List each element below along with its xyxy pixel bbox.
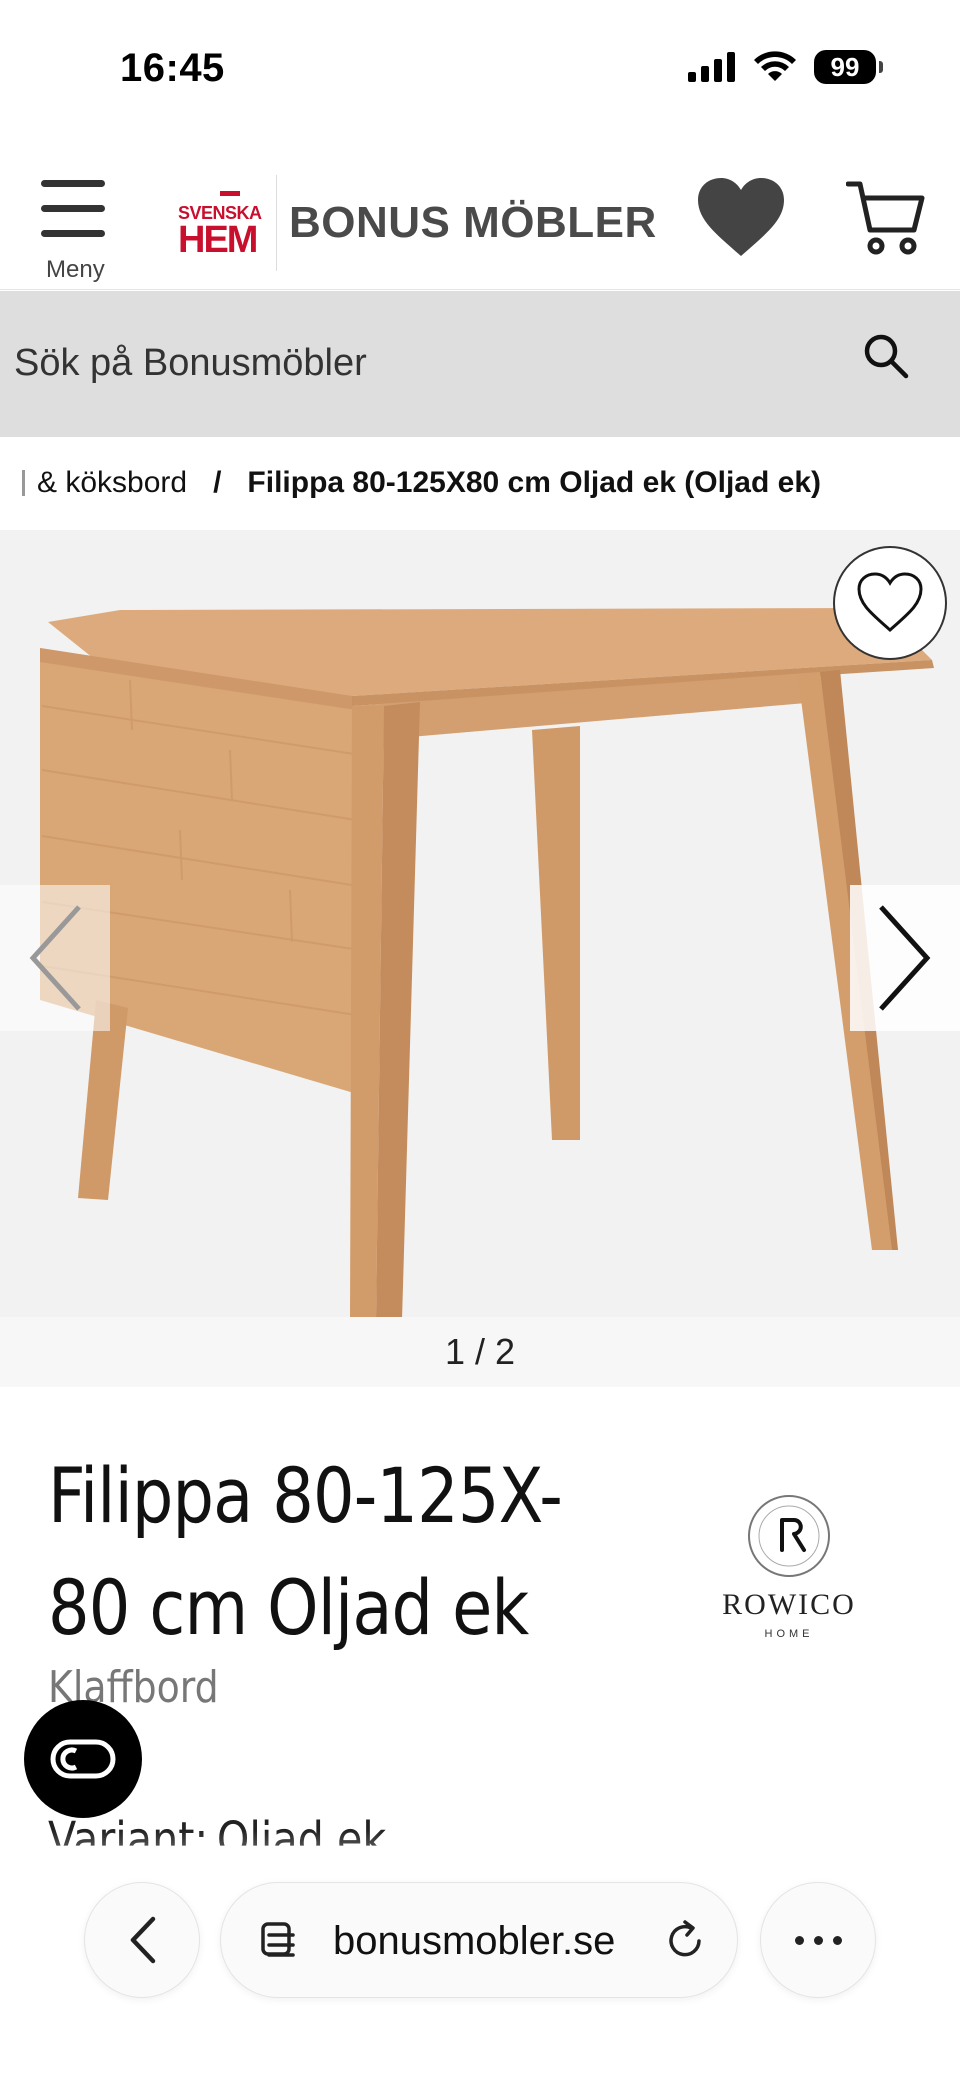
more-icon-dot [813, 1935, 823, 1945]
status-bar: 16:45 99 [0, 0, 960, 140]
address-bar[interactable]: bonusmobler.se [220, 1882, 738, 1998]
chevron-left-icon [130, 1916, 156, 1964]
breadcrumb-separator: / [213, 466, 222, 499]
status-time: 16:45 [120, 46, 225, 90]
gallery-next-button[interactable] [850, 885, 960, 1031]
chat-button[interactable] [24, 1700, 142, 1818]
chat-icon [50, 1739, 116, 1779]
gallery-pager: 1 / 2 [0, 1317, 960, 1387]
menu-label: Meny [46, 256, 105, 283]
breadcrumb: & köksbord / Filippa 80-125X80 cm Oljad … [0, 437, 960, 529]
search-icon [864, 334, 909, 379]
brand-logo[interactable]: ROWICO HOME [704, 1492, 874, 1652]
menu-button[interactable]: Meny [38, 166, 108, 283]
more-icon-dot [832, 1935, 842, 1945]
browser-more-button[interactable] [760, 1882, 876, 1998]
breadcrumb-link[interactable]: & köksbord [37, 466, 187, 500]
chevron-left-icon [29, 905, 81, 1011]
logo-text: BONUS MÖBLER [289, 198, 657, 247]
breadcrumb-clipped-edge [22, 470, 25, 496]
wishlist-button[interactable] [696, 176, 786, 260]
svenska-hem-logo: SVENSKA HEM [178, 185, 270, 261]
search-input[interactable] [14, 333, 834, 393]
cellular-signal-icon [688, 52, 735, 82]
reload-icon[interactable] [663, 1919, 707, 1963]
favorite-button[interactable] [833, 546, 947, 660]
search-button[interactable] [862, 332, 910, 380]
product-title: Filippa 80-125X-80 cm Oljad ek [48, 1451, 563, 1652]
page-menu-icon [261, 1922, 295, 1957]
cart-button[interactable] [845, 178, 926, 258]
status-icons: 99 [688, 50, 883, 84]
menu-icon-bar [41, 230, 105, 237]
search-bar [0, 291, 960, 437]
logo-hem: HEM [178, 219, 258, 261]
heart-icon [698, 178, 784, 256]
heart-outline-icon [857, 572, 923, 633]
menu-icon [41, 180, 105, 187]
more-icon [794, 1935, 804, 1945]
browser-back-button[interactable] [84, 1882, 200, 1998]
product-image [40, 608, 934, 1317]
site-header: Meny SVENSKA HEM BONUS MÖBLER [0, 150, 960, 290]
logo-divider [276, 175, 277, 271]
menu-icon-bar [41, 205, 105, 212]
battery-indicator: 99 [814, 50, 883, 84]
breadcrumb-current: Filippa 80-125X80 cm Oljad ek (Oljad ek) [247, 466, 821, 499]
product-image-gallery[interactable] [0, 530, 960, 1317]
chevron-right-icon [879, 905, 931, 1011]
brand-sub: HOME [764, 1628, 814, 1640]
url-text: bonusmobler.se [333, 1919, 616, 1963]
site-logo[interactable]: SVENSKA HEM BONUS MÖBLER [178, 175, 657, 271]
gallery-prev-button[interactable] [0, 885, 110, 1031]
wifi-icon [754, 51, 796, 81]
brand-name: ROWICO [722, 1588, 856, 1621]
cart-icon [845, 181, 925, 255]
brand-emblem-icon [748, 1495, 830, 1577]
logo-dash [220, 191, 240, 196]
